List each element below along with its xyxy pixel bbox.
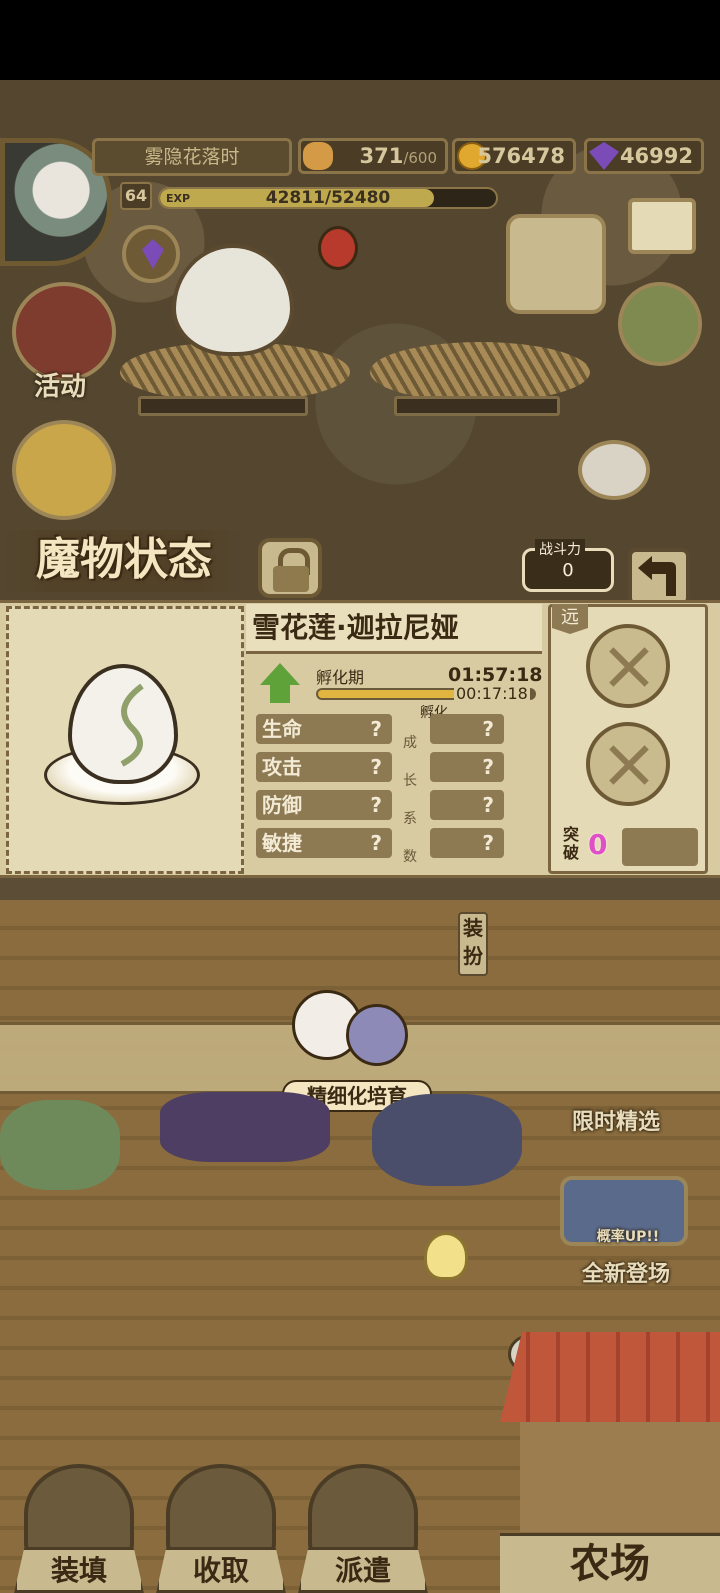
breakthrough-label: 突破 (562, 825, 579, 862)
dispatch-label: 派遣 (298, 1547, 428, 1593)
limited-selection-button[interactable]: 限时精选 (556, 1104, 676, 1136)
stat-value: ? (370, 793, 382, 817)
chick-icon[interactable] (424, 1232, 468, 1280)
farm-building (520, 1422, 720, 1532)
nest-progress (138, 396, 308, 416)
dress-up-button[interactable]: 装扮 (458, 912, 488, 976)
collect-button[interactable]: 收取 (156, 1460, 286, 1593)
add-gem-button[interactable] (122, 225, 180, 283)
stat-value: ? (370, 831, 382, 855)
cat-character (346, 1004, 408, 1066)
nest-progress (394, 396, 560, 416)
stat-value: ? (370, 717, 382, 741)
equip-slot-1[interactable] (586, 624, 670, 708)
growth-hp: ? (430, 714, 504, 744)
stat-attack: 攻击? (256, 752, 392, 782)
slime-monster[interactable] (0, 1100, 120, 1190)
snowdrop-egg-icon (68, 664, 178, 784)
growth-char: 长 (403, 773, 417, 789)
farm-label: 农场 (500, 1533, 720, 1593)
combat-power-label: 战斗力 (535, 539, 585, 559)
new-arrival-button[interactable]: 全新登场 (566, 1256, 686, 1288)
growth-attack: ? (430, 752, 504, 782)
growth-char: 成 (403, 735, 417, 751)
player-name: 雾隐花落时 (92, 138, 292, 176)
farm-button[interactable]: 农场 (500, 1332, 720, 1593)
gem-value: 46992 (619, 144, 693, 168)
hatch-remaining-time: 00:17:18 (454, 684, 530, 703)
quest-scroll-icon[interactable] (506, 214, 606, 314)
monster-name: 雪花莲·迦拉尼娅 (246, 604, 542, 654)
growth-char: 系 (403, 811, 417, 827)
gem-icon (589, 142, 619, 170)
stat-agility: 敏捷? (256, 828, 392, 858)
back-arrow-icon[interactable] (628, 548, 690, 606)
dark-wolf-monster[interactable] (372, 1094, 522, 1186)
growth-coefficient-label: 成 长 系 数 (400, 724, 420, 876)
stat-label: 敏捷 (262, 831, 302, 855)
dispatch-button[interactable]: 派遣 (298, 1460, 428, 1593)
load-button[interactable]: 装填 (14, 1460, 144, 1593)
mail-icon[interactable] (628, 198, 696, 254)
egg-bubble-icon[interactable] (578, 440, 650, 500)
stat-value: ? (370, 755, 382, 779)
winged-monster[interactable] (160, 1092, 330, 1162)
stat-label: 防御 (262, 793, 302, 817)
rate-up-label: 概率UP!! (596, 1229, 660, 1245)
farm-roof (500, 1332, 720, 1422)
page-title: 魔物状态 (4, 530, 244, 592)
nest[interactable] (370, 342, 590, 402)
growth-char: 数 (403, 849, 417, 865)
load-label: 装填 (14, 1547, 144, 1593)
exp-text: 42811/52480 (265, 188, 391, 208)
backpack-icon[interactable] (618, 282, 702, 366)
stat-defense: 防御? (256, 790, 392, 820)
exp-bar: EXP 42811/52480 (158, 187, 498, 209)
stat-label: 攻击 (262, 755, 302, 779)
lock-icon[interactable] (258, 538, 322, 598)
gold-counter[interactable]: 576478 (452, 138, 576, 174)
event-icon[interactable] (12, 420, 116, 520)
collect-label: 收取 (156, 1547, 286, 1593)
ladybug-icon (318, 226, 358, 270)
breakthrough-bar (622, 828, 698, 866)
gem-counter[interactable]: 46992 (584, 138, 704, 174)
hatch-label: 孵化期 (316, 668, 365, 687)
growth-agility: ? (430, 828, 504, 858)
gold-value: 576478 (477, 144, 565, 168)
growth-defense: ? (430, 790, 504, 820)
bread-icon (303, 142, 333, 170)
bread-current: 371 (359, 144, 404, 168)
stat-label: 生命 (262, 717, 302, 741)
range-tag: 远 (552, 604, 588, 634)
equip-slot-2[interactable] (586, 722, 670, 806)
bread-counter[interactable]: 371/600 (298, 138, 448, 174)
status-bar (0, 0, 720, 80)
bread-max: /600 (403, 149, 437, 167)
stat-hp: 生命? (256, 714, 392, 744)
activity-label[interactable]: 活动 (34, 366, 86, 403)
breakthrough-value: 0 (588, 828, 608, 861)
player-level: 64 (120, 182, 152, 210)
hatch-total-time: 01:57:18 (448, 664, 543, 686)
combat-power: 战斗力 0 (522, 539, 614, 592)
